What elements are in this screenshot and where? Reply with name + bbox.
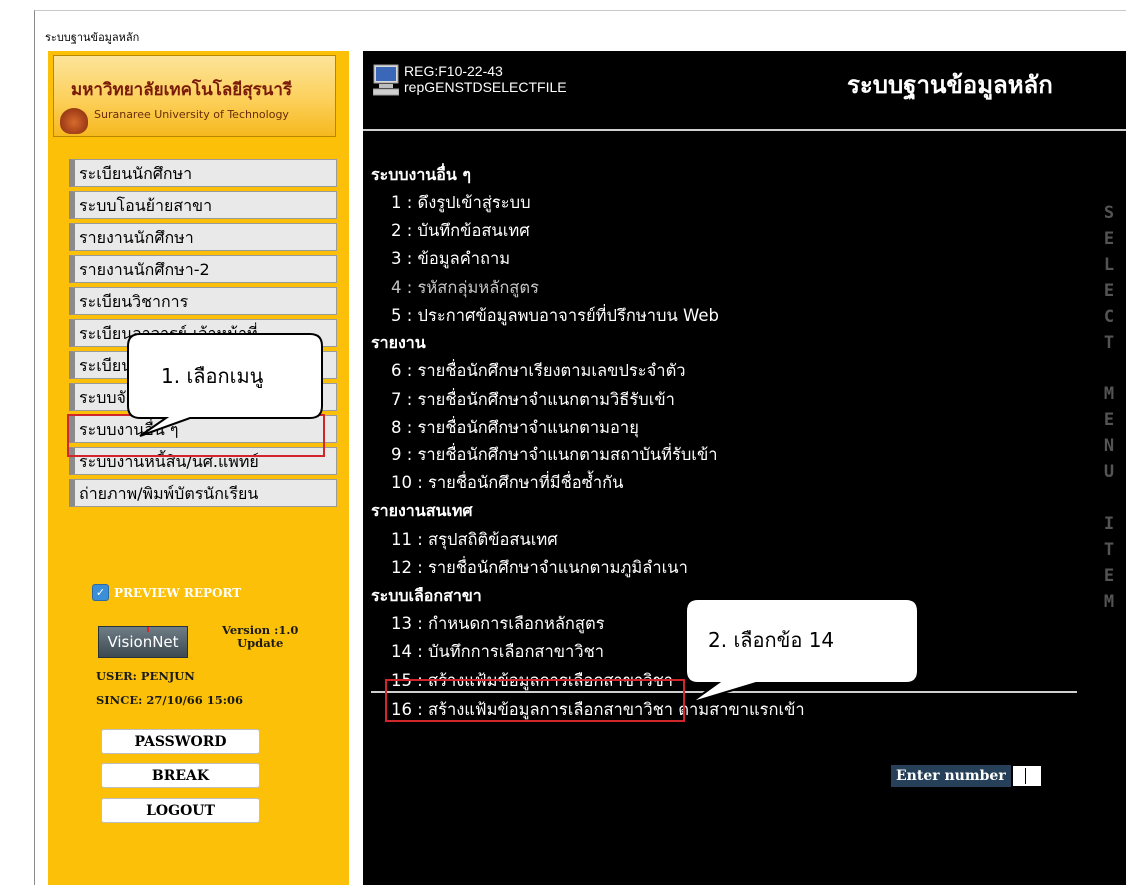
enter-number-label: Enter number	[891, 765, 1011, 787]
visionnet-logo: VisionNet	[98, 626, 188, 658]
university-name-th: มหาวิทยาลัยเทคโนโลยีสุรนารี	[71, 80, 293, 100]
university-logo: มหาวิทยาลัยเทคโนโลยีสุรนารี Suranaree Un…	[53, 55, 336, 137]
callout-2-text: 2. เลือกข้อ 14	[708, 628, 835, 652]
menu-option-5[interactable]: 5 : ประกาศข้อมูลพบอาจารย์ที่ปรึกษาบน Web	[391, 303, 719, 329]
preview-report-label: PREVIEW REPORT	[114, 585, 242, 600]
main-panel: REG:F10-22-43 repGENSTDSELECTFILE ระบบฐา…	[363, 51, 1126, 885]
since-label: SINCE: 27/10/66 15:06	[96, 693, 244, 707]
computer-icon	[373, 64, 399, 96]
sidebar-item-student-reports[interactable]: รายงานนักศึกษา	[69, 223, 337, 251]
reg-code: REG:F10-22-43	[404, 63, 503, 79]
menu-option-6[interactable]: 6 : รายชื่อนักศึกษาเรียงตามเลขประจำตัว	[391, 358, 686, 384]
menu-option-9[interactable]: 9 : รายชื่อนักศึกษาจำแนกตามสถาบันที่รับเ…	[391, 442, 718, 468]
sidebar-item-academic-records[interactable]: ระเบียนวิชาการ	[69, 287, 337, 315]
section-branch-selection: ระบบเลือกสาขา	[371, 586, 482, 605]
menu-option-3[interactable]: 3 : ข้อมูลคำถาม	[391, 246, 510, 272]
password-button[interactable]: PASSWORD	[101, 729, 260, 754]
logo-dot-icon	[147, 627, 149, 632]
menu-option-10[interactable]: 10 : รายชื่อนักศึกษาที่มีชื่อซ้ำกัน	[391, 470, 623, 496]
sidebar: มหาวิทยาลัยเทคโนโลยีสุรนารี Suranaree Un…	[48, 51, 349, 885]
highlight-menu-option-14	[385, 679, 685, 722]
sidebar-item-student-records[interactable]: ระเบียนนักศึกษา	[69, 159, 337, 187]
break-button[interactable]: BREAK	[101, 763, 260, 788]
enter-number-box: Enter number	[891, 765, 1042, 787]
visionnet-logo-text: VisionNet	[107, 633, 179, 651]
logout-button[interactable]: LOGOUT	[101, 798, 260, 823]
version-update: Update	[237, 636, 284, 650]
menu-option-12[interactable]: 12 : รายชื่อนักศึกษาจำแนกตามภูมิลำเนา	[391, 555, 688, 581]
preview-report-checkbox[interactable]: ✓	[92, 584, 109, 601]
menu-option-1[interactable]: 1 : ดึงรูปเข้าสู่ระบบ	[391, 190, 531, 216]
section-other-systems: ระบบงานอื่น ๆ	[371, 165, 471, 184]
menu-option-8[interactable]: 8 : รายชื่อนักศึกษาจำแนกตามอายุ	[391, 415, 639, 441]
menu-option-14[interactable]: 14 : บันทึกการเลือกสาขาวิชา	[391, 639, 604, 665]
preview-report-option[interactable]: ✓ PREVIEW REPORT	[92, 584, 241, 601]
header-divider	[363, 129, 1126, 131]
menu-option-2[interactable]: 2 : บันทึกข้อสนเทศ	[391, 218, 530, 244]
report-code: repGENSTDSELECTFILE	[404, 79, 567, 95]
university-seal-icon	[60, 108, 88, 134]
enter-number-input[interactable]	[1011, 765, 1042, 787]
title-bar: ระบบฐานข้อมูลหลัก	[35, 11, 1126, 44]
callout-1-text: 1. เลือกเมนู	[161, 364, 264, 388]
university-name-en: Suranaree University of Technology	[94, 108, 289, 121]
sidebar-item-major-transfer[interactable]: ระบบโอนย้ายสาขา	[69, 191, 337, 219]
page-title: ระบบฐานข้อมูลหลัก	[847, 71, 1053, 99]
sidebar-item-photo-card-print[interactable]: ถ่ายภาพ/พิมพ์บัตรนักเรียน	[69, 479, 337, 507]
menu-option-7[interactable]: 7 : รายชื่อนักศึกษาจำแนกตามวิธีรับเข้า	[391, 387, 675, 413]
select-menu-item-vertical-label: SELECTMENUITEM	[1103, 203, 1115, 612]
menu-option-4[interactable]: 4 : รหัสกลุ่มหลักสูตร	[391, 275, 539, 301]
sidebar-item-student-reports-2[interactable]: รายงานนักศึกษา-2	[69, 255, 337, 283]
user-label: USER: PENJUN	[96, 669, 195, 683]
section-info-reports: รายงานสนเทศ	[371, 501, 473, 520]
menu-option-13[interactable]: 13 : กำหนดการเลือกหลักสูตร	[391, 611, 605, 637]
version-info: Version :1.0 Update	[222, 624, 298, 650]
section-reports: รายงาน	[371, 333, 426, 352]
menu-option-11[interactable]: 11 : สรุปสถิติข้อสนเทศ	[391, 527, 558, 553]
window-title: ระบบฐานข้อมูลหลัก	[45, 31, 140, 44]
